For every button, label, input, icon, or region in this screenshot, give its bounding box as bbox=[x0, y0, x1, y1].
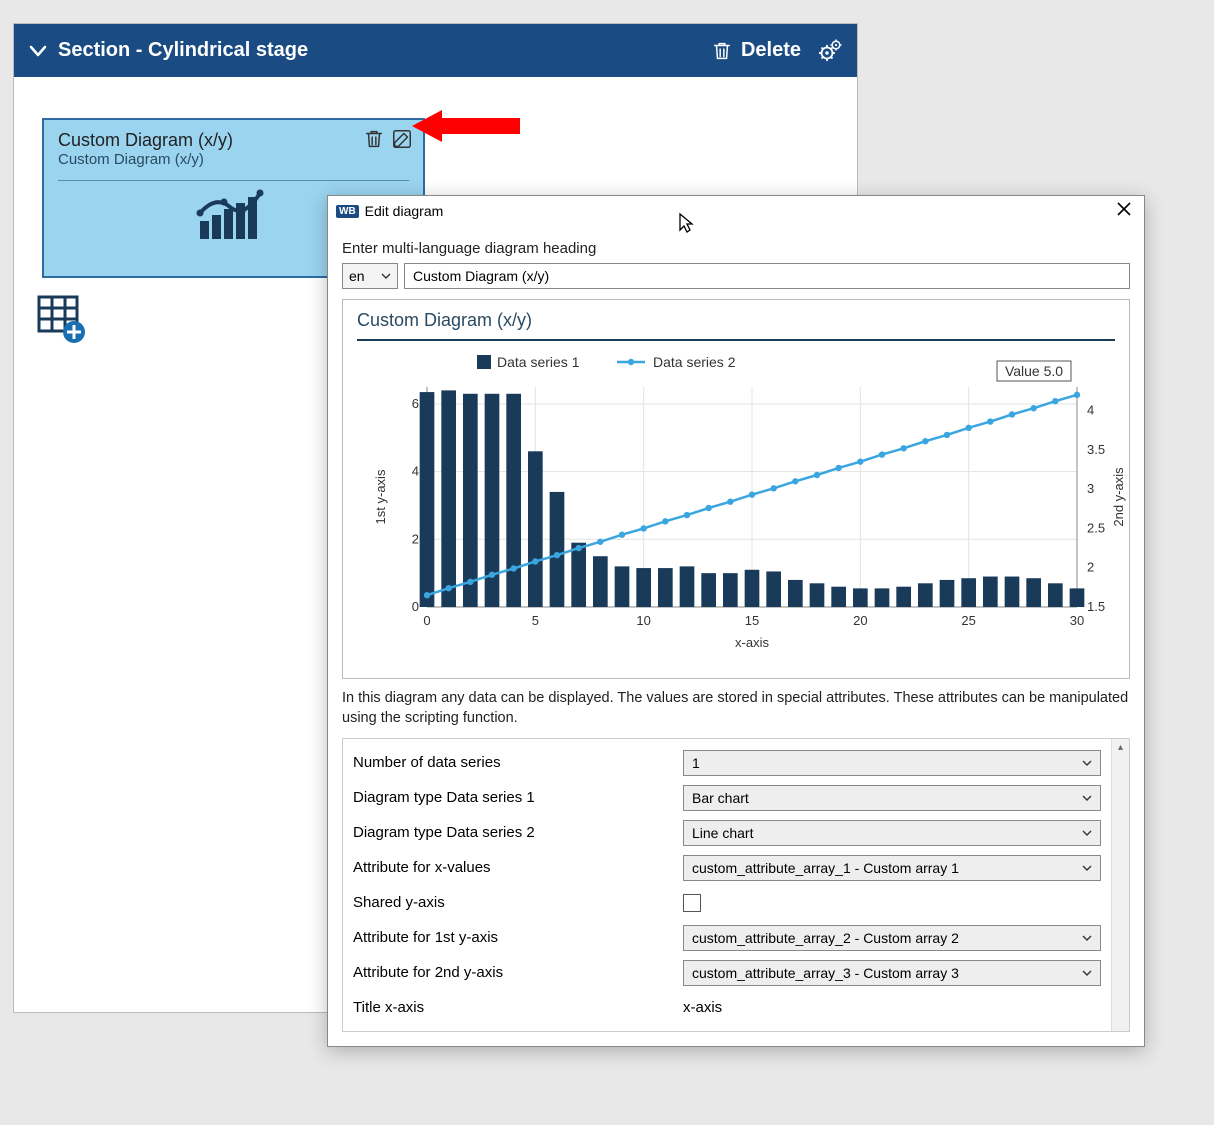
dialog-title: Edit diagram bbox=[365, 203, 444, 219]
chart-title: Custom Diagram (x/y) bbox=[357, 310, 1115, 331]
select-attr-y1[interactable]: custom_attribute_array_2 - Custom array … bbox=[683, 925, 1101, 951]
svg-text:6: 6 bbox=[412, 396, 419, 411]
chart-preview: Custom Diagram (x/y) 0 2 4 6 0 5 10 15 20 25 301.5… bbox=[342, 299, 1130, 679]
label-type1: Diagram type Data series 1 bbox=[353, 789, 683, 806]
card-title: Custom Diagram (x/y) bbox=[58, 130, 409, 151]
svg-text:1st y-axis: 1st y-axis bbox=[373, 469, 388, 524]
checkbox-shared-y[interactable] bbox=[683, 894, 701, 912]
svg-text:1.5: 1.5 bbox=[1087, 599, 1105, 614]
chevron-down-icon bbox=[1082, 793, 1092, 803]
select-type2[interactable]: Line chart bbox=[683, 820, 1101, 846]
svg-text:Value 5.0: Value 5.0 bbox=[1005, 363, 1063, 379]
label-type2: Diagram type Data series 2 bbox=[353, 824, 683, 841]
heading-label: Enter multi-language diagram heading bbox=[342, 240, 1130, 257]
svg-text:Data series 1: Data series 1 bbox=[497, 354, 580, 370]
svg-text:0: 0 bbox=[423, 613, 430, 628]
card-edit-icon[interactable] bbox=[391, 128, 413, 155]
label-title-x: Title x-axis bbox=[353, 999, 683, 1016]
svg-text:25: 25 bbox=[961, 613, 975, 628]
chevron-down-icon bbox=[381, 271, 391, 281]
svg-text:2: 2 bbox=[1087, 560, 1094, 575]
delete-section-button[interactable]: Delete bbox=[711, 39, 801, 62]
form-scrollbar[interactable]: ▴ bbox=[1111, 739, 1129, 1031]
chevron-down-icon bbox=[1082, 758, 1092, 768]
trash-icon bbox=[711, 40, 733, 62]
select-attr-y2[interactable]: custom_attribute_array_3 - Custom array … bbox=[683, 960, 1101, 986]
label-attr-y2: Attribute for 2nd y-axis bbox=[353, 964, 683, 981]
cursor-icon bbox=[678, 212, 696, 237]
chevron-down-icon bbox=[1082, 968, 1092, 978]
card-subtitle: Custom Diagram (x/y) bbox=[58, 151, 409, 168]
svg-text:2: 2 bbox=[412, 531, 419, 546]
settings-gear-icon[interactable] bbox=[817, 38, 843, 64]
svg-text:4: 4 bbox=[412, 464, 419, 479]
language-select[interactable]: en bbox=[342, 263, 398, 289]
delete-label: Delete bbox=[741, 39, 801, 62]
scroll-up-icon[interactable]: ▴ bbox=[1112, 739, 1129, 755]
svg-text:15: 15 bbox=[745, 613, 759, 628]
section-header: Section - Cylindrical stage Delete bbox=[14, 24, 857, 77]
dialog-description: In this diagram any data can be displaye… bbox=[342, 689, 1130, 728]
svg-text:30: 30 bbox=[1070, 613, 1084, 628]
svg-text:3: 3 bbox=[1087, 481, 1094, 496]
svg-text:4: 4 bbox=[1087, 403, 1094, 418]
add-table-button[interactable] bbox=[36, 294, 86, 349]
svg-text:10: 10 bbox=[636, 613, 650, 628]
label-num-series: Number of data series bbox=[353, 754, 683, 771]
svg-text:Data series 2: Data series 2 bbox=[653, 354, 736, 370]
svg-text:2nd y-axis: 2nd y-axis bbox=[1111, 467, 1126, 527]
dialog-titlebar: WB Edit diagram bbox=[328, 196, 1144, 226]
svg-text:x-axis: x-axis bbox=[735, 635, 769, 650]
app-badge-icon: WB bbox=[336, 205, 359, 218]
select-attr-x[interactable]: custom_attribute_array_1 - Custom array … bbox=[683, 855, 1101, 881]
select-num-series[interactable]: 1 bbox=[683, 750, 1101, 776]
label-attr-x: Attribute for x-values bbox=[353, 859, 683, 876]
form-area: Number of data series 1 Diagram type Dat… bbox=[342, 738, 1130, 1032]
edit-diagram-dialog: WB Edit diagram Enter multi-language dia… bbox=[327, 195, 1145, 1047]
svg-text:3.5: 3.5 bbox=[1087, 442, 1105, 457]
select-type1[interactable]: Bar chart bbox=[683, 785, 1101, 811]
card-delete-icon[interactable] bbox=[363, 128, 385, 155]
label-shared-y: Shared y-axis bbox=[353, 894, 683, 911]
red-arrow-annotation bbox=[412, 108, 522, 149]
label-attr-y1: Attribute for 1st y-axis bbox=[353, 929, 683, 946]
section-title: Section - Cylindrical stage bbox=[58, 39, 308, 62]
svg-text:5: 5 bbox=[532, 613, 539, 628]
chevron-down-icon bbox=[1082, 828, 1092, 838]
chevron-down-icon[interactable] bbox=[28, 41, 48, 61]
diagram-heading-input[interactable] bbox=[404, 263, 1130, 289]
svg-text:0: 0 bbox=[412, 599, 419, 614]
chevron-down-icon bbox=[1082, 933, 1092, 943]
svg-text:20: 20 bbox=[853, 613, 867, 628]
dialog-close-button[interactable] bbox=[1112, 201, 1136, 222]
chevron-down-icon bbox=[1082, 863, 1092, 873]
chart-canvas: 0 2 4 6 0 5 10 15 20 25 301.5 2 2.5 3 3.5 4 x-axis 1st y-… bbox=[357, 347, 1127, 667]
svg-text:2.5: 2.5 bbox=[1087, 520, 1105, 535]
value-title-x: x-axis bbox=[683, 999, 1101, 1016]
